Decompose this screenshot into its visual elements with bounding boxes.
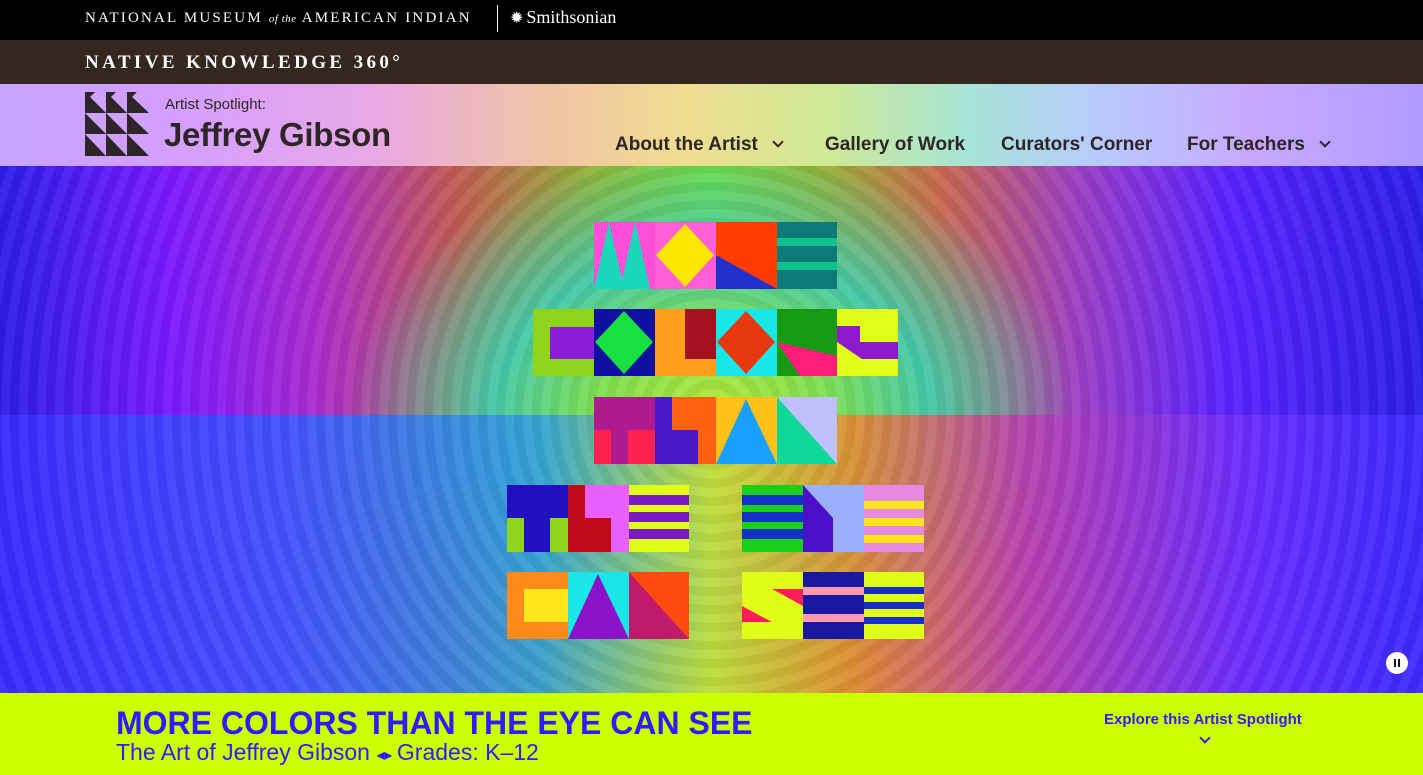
artwork-word-colors [533, 309, 898, 376]
nk360-title-link[interactable]: NATIVE KNOWLEDGE 360° [85, 52, 403, 74]
nav-curators-corner[interactable]: Curators' Corner [1001, 134, 1152, 156]
smithsonian-sun-icon: ✹ [510, 10, 524, 27]
main-nav: About the Artist Gallery of Work Curator… [0, 134, 1423, 158]
nav-for-teachers[interactable]: For Teachers [1187, 134, 1331, 156]
banner-subtitle-grades: Grades: K–12 [396, 739, 539, 765]
museum-name-part2: AMERICAN INDIAN [301, 10, 472, 26]
artwork-word-the [507, 485, 689, 552]
nav-about-the-artist[interactable]: About the Artist [615, 134, 784, 156]
title-banner: MORE COLORS THAN THE EYE CAN SEE The Art… [0, 693, 1423, 775]
banner-subtitle: The Art of Jeffrey Gibson ◂▸ Grades: K–1… [116, 739, 539, 766]
nk360-bar: NATIVE KNOWLEDGE 360° [0, 40, 1423, 84]
artwork-word-eye [742, 485, 924, 552]
smithsonian-label: Smithsonian [526, 7, 617, 27]
museum-top-bar: NATIONAL MUSEUM of the AMERICAN INDIAN ✹… [0, 0, 1423, 40]
nav-teachers-label: For Teachers [1187, 134, 1305, 155]
banner-title: MORE COLORS THAN THE EYE CAN SEE [116, 705, 753, 741]
artwork-word-than [594, 397, 837, 464]
smithsonian-logo-link[interactable]: ✹ Smithsonian [510, 7, 616, 28]
artwork-word-can [507, 572, 689, 639]
spotlight-label: Artist Spotlight: [165, 96, 266, 113]
artwork-lettering [507, 222, 924, 639]
logo-divider [497, 5, 498, 32]
nav-curators-label: Curators' Corner [1001, 134, 1153, 155]
museum-name-part1: NATIONAL MUSEUM [85, 10, 263, 26]
banner-subtitle-art: The Art of Jeffrey Gibson [116, 739, 370, 765]
hero-artwork [0, 166, 1423, 693]
nav-gallery-of-work[interactable]: Gallery of Work [825, 134, 965, 156]
spotlight-header: Artist Spotlight: Jeffrey Gibson About t… [0, 84, 1423, 166]
artwork-word-more [594, 222, 837, 289]
museum-name-of-the: of the [268, 13, 297, 25]
explore-spotlight-link[interactable]: Explore this Artist Spotlight [1104, 711, 1302, 728]
nav-about-label: About the Artist [615, 134, 758, 155]
diamond-arrow-icon: ◂▸ [376, 747, 397, 764]
nav-gallery-label: Gallery of Work [825, 134, 966, 155]
chevron-down-icon[interactable] [1199, 732, 1211, 744]
nmai-logo-link[interactable]: NATIONAL MUSEUM of the AMERICAN INDIAN [85, 10, 472, 27]
artwork-word-see [742, 572, 924, 639]
chevron-down-icon [1319, 136, 1331, 148]
chevron-down-icon [772, 136, 784, 148]
pause-icon[interactable] [1386, 652, 1408, 674]
